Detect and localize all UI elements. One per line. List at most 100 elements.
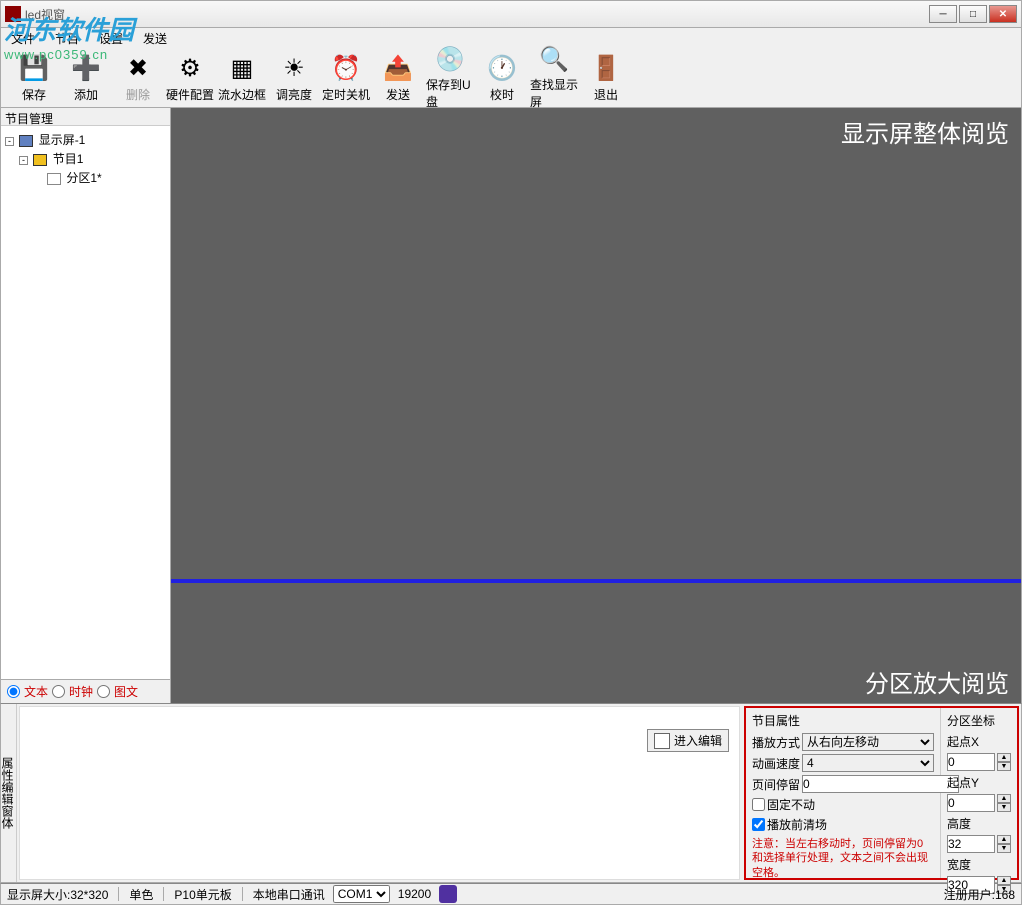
radio-imgtext-label: 图文 [114,683,138,700]
minimize-button[interactable]: ─ [929,5,957,23]
toolbar: 💾保存 ➕添加 ✖删除 ⚙硬件配置 ▦流水边框 ☀调亮度 ⏰定时关机 📤发送 💿… [0,48,1022,108]
screen-icon [19,135,33,147]
clear-checkbox[interactable] [752,818,765,831]
clock-icon: 🕐 [486,52,518,84]
tree-node-program[interactable]: - 节目1 [5,149,166,168]
program-properties: 节目属性 播放方式 从右向左移动 动画速度 4 页间停留 固定不动 播放前清场 … [746,708,941,878]
radio-imgtext[interactable] [97,685,110,698]
clear-label: 播放前清场 [767,816,827,833]
status-users: 注册用户:168 [944,886,1015,903]
menu-program[interactable]: 节目 [49,28,85,49]
preview-overall-label: 显示屏整体阅览 [841,114,1009,149]
zone-coords: 分区坐标 起点X ▲▼ 起点Y ▲▼ 高度 ▲▼ 宽度 ▲▼ [941,708,1017,878]
pagestay-label: 页间停留 [752,776,800,793]
timer-button[interactable]: ⏰定时关机 [321,51,371,105]
delete-icon: ✖ [122,52,154,84]
close-button[interactable]: ✕ [989,5,1017,23]
main-area: 节目管理 - 显示屏-1 - 节目1 分区1* 文本 时钟 图文 [0,108,1022,703]
preview-area: 显示屏整体阅览 分区放大阅览 [171,108,1021,703]
add-icon: ➕ [70,52,102,84]
program-icon [33,154,47,166]
edit-row: 属性编辑窗体 进入编辑 节目属性 播放方式 从右向左移动 动画速度 4 页间停留… [0,703,1022,883]
status-icon [439,885,457,903]
menu-send[interactable]: 发送 [137,28,173,49]
tree-toggle-icon[interactable]: - [5,137,14,146]
calibrate-button[interactable]: 🕐校时 [477,51,527,105]
fixed-checkbox[interactable] [752,798,765,811]
props-note: 注意：当左右移动时，页间停留为0和选择单行处理，文本之间不会出现空格。 [752,837,934,880]
type-radio-group: 文本 时钟 图文 [1,679,170,703]
props-title: 节目属性 [752,712,934,729]
window-title: led视窗 [25,6,929,23]
spin-up-icon[interactable]: ▲ [997,753,1011,762]
flowborder-button[interactable]: ▦流水边框 [217,51,267,105]
radio-clock-label: 时钟 [69,683,93,700]
tree-toggle-icon[interactable]: - [19,156,28,165]
findscreen-button[interactable]: 🔍查找显示屏 [529,51,579,105]
left-panel: 节目管理 - 显示屏-1 - 节目1 分区1* 文本 时钟 图文 [1,108,171,703]
enter-edit-button[interactable]: 进入编辑 [647,729,729,752]
edit-icon [654,733,670,749]
startx-input[interactable] [947,753,995,771]
hardware-button[interactable]: ⚙硬件配置 [165,51,215,105]
spin-up-icon[interactable]: ▲ [997,794,1011,803]
spin-down-icon[interactable]: ▼ [997,762,1011,771]
search-icon: 🔍 [538,45,570,74]
spin-up-icon[interactable]: ▲ [997,876,1011,885]
zone-icon [47,173,61,185]
preview-overall: 显示屏整体阅览 [171,108,1021,583]
com-select[interactable]: COM1 [333,885,390,903]
app-icon [5,6,21,22]
program-tree: - 显示屏-1 - 节目1 分区1* [1,126,170,679]
status-size: 显示屏大小:32*320 [7,886,108,903]
pagestay-input[interactable] [802,775,959,793]
height-input[interactable] [947,835,995,853]
menu-settings[interactable]: 设置 [93,28,129,49]
saveusb-button[interactable]: 💿保存到U盘 [425,51,475,105]
property-panels: 节目属性 播放方式 从右向左移动 动画速度 4 页间停留 固定不动 播放前清场 … [744,706,1019,880]
radio-text-label: 文本 [24,683,48,700]
tree-label: 分区1* [66,171,101,185]
timer-icon: ⏰ [330,52,362,84]
tree-node-screen[interactable]: - 显示屏-1 [5,130,166,149]
maximize-button[interactable]: □ [959,5,987,23]
width-label: 宽度 [947,856,1011,873]
flowborder-icon: ▦ [226,52,258,84]
tree-header: 节目管理 [1,108,170,126]
send-button[interactable]: 📤发送 [373,51,423,105]
coords-title: 分区坐标 [947,712,1011,729]
status-comm: 本地串口通讯 [253,886,325,903]
brightness-icon: ☀ [278,52,310,84]
spin-down-icon[interactable]: ▼ [997,844,1011,853]
animspeed-select[interactable]: 4 [802,754,934,772]
brightness-button[interactable]: ☀调亮度 [269,51,319,105]
status-bar: 显示屏大小:32*320 单色 P10单元板 本地串口通讯 COM1 19200… [0,883,1022,905]
add-button[interactable]: ➕添加 [61,51,111,105]
status-color: 单色 [129,886,153,903]
radio-text[interactable] [7,685,20,698]
animspeed-label: 动画速度 [752,755,800,772]
starty-input[interactable] [947,794,995,812]
tree-label: 节目1 [53,152,84,166]
playmode-select[interactable]: 从右向左移动 [802,733,934,751]
radio-clock[interactable] [52,685,65,698]
title-bar: led视窗 ─ □ ✕ [0,0,1022,28]
save-icon: 💾 [18,52,50,84]
spin-up-icon[interactable]: ▲ [997,835,1011,844]
exit-button[interactable]: 🚪退出 [581,51,631,105]
usb-icon: 💿 [434,45,466,74]
separator [118,887,119,901]
save-button[interactable]: 💾保存 [9,51,59,105]
spin-down-icon[interactable]: ▼ [997,803,1011,812]
tree-node-zone[interactable]: 分区1* [5,168,166,187]
starty-label: 起点Y [947,774,1011,791]
preview-zoom: 分区放大阅览 [171,583,1021,703]
send-icon: 📤 [382,52,414,84]
delete-button[interactable]: ✖删除 [113,51,163,105]
menu-file[interactable]: 文件 [5,28,41,49]
menu-bar: 文件 节目 设置 发送 [0,28,1022,48]
tree-label: 显示屏-1 [39,133,86,147]
startx-label: 起点X [947,733,1011,750]
status-board: P10单元板 [174,886,231,903]
hardware-icon: ⚙ [174,52,206,84]
